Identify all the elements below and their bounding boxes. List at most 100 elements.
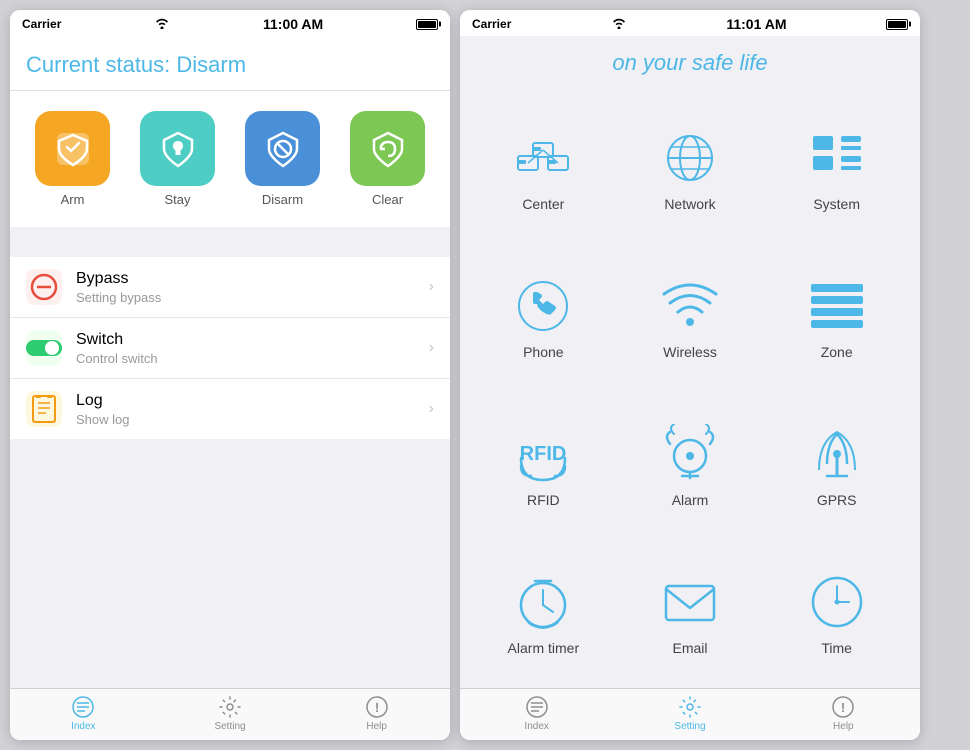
log-icon (26, 391, 62, 427)
carrier-right: Carrier (472, 17, 511, 31)
menu-item-switch[interactable]: Switch Control switch › (10, 318, 450, 379)
grid-item-alarm[interactable]: Alarm (617, 392, 764, 540)
grid-item-time[interactable]: Time (763, 540, 910, 688)
tab-index-label-left: Index (71, 721, 95, 732)
clear-label: Clear (372, 192, 403, 207)
alarm-icon (660, 424, 720, 484)
battery-left (416, 19, 438, 30)
alarm-timer-icon (513, 572, 573, 632)
gprs-icon (807, 424, 867, 484)
grid-item-system[interactable]: System (763, 96, 910, 244)
tab-help-right[interactable]: ! Help (767, 695, 920, 732)
wireless-icon (660, 276, 720, 336)
zone-icon (807, 276, 867, 336)
log-chevron: › (429, 400, 434, 418)
tab-help-label-right: Help (833, 721, 854, 732)
tab-help-left[interactable]: ! Help (303, 695, 450, 732)
grid-item-phone[interactable]: Phone (470, 244, 617, 392)
alarm-label: Alarm (672, 492, 709, 508)
arm-icon-bg (35, 111, 110, 186)
grid-item-email[interactable]: Email (617, 540, 764, 688)
current-status-text: Current status: Disarm (26, 52, 246, 77)
clear-icon-bg (350, 111, 425, 186)
grid-item-zone[interactable]: Zone (763, 244, 910, 392)
menu-item-bypass[interactable]: Bypass Setting bypass › (10, 257, 450, 318)
wifi-icon-right (611, 17, 627, 32)
system-label: System (813, 196, 860, 212)
grid-item-center[interactable]: Center (470, 96, 617, 244)
tab-index-right[interactable]: Index (460, 695, 613, 732)
bypass-text: Bypass Setting bypass (76, 270, 429, 305)
svg-text:RFID: RFID (520, 443, 567, 465)
phone-label: Phone (523, 344, 563, 360)
network-label: Network (664, 196, 715, 212)
time-right: 11:01 AM (726, 16, 786, 32)
tab-help-label-left: Help (366, 721, 387, 732)
grid-item-rfid[interactable]: RFID RFID (470, 392, 617, 540)
status-bar-left: Carrier 11:00 AM (10, 10, 450, 36)
divider-top (10, 227, 450, 257)
zone-label: Zone (821, 344, 853, 360)
alarm-timer-label: Alarm timer (508, 640, 580, 656)
switch-title: Switch (76, 331, 429, 349)
svg-text:!: ! (841, 700, 845, 715)
arm-label: Arm (61, 192, 85, 207)
bypass-chevron: › (429, 278, 434, 296)
rfid-icon: RFID (513, 424, 573, 484)
tab-setting-label-left: Setting (214, 721, 245, 732)
system-icon (807, 128, 867, 188)
menu-list: Bypass Setting bypass › Switch Control s… (10, 257, 450, 439)
disarm-label: Disarm (262, 192, 303, 207)
center-icon (513, 128, 573, 188)
grid-item-gprs[interactable]: GPRS (763, 392, 910, 540)
log-subtitle: Show log (76, 412, 429, 427)
left-main-content: Current status: Disarm Arm (10, 36, 450, 688)
status-bar-right: Carrier 11:01 AM (460, 10, 920, 36)
disarm-icon-bg (245, 111, 320, 186)
email-icon (660, 572, 720, 632)
tab-setting-label-right: Setting (674, 721, 705, 732)
switch-chevron: › (429, 339, 434, 357)
svg-text:!: ! (375, 700, 379, 715)
tab-setting-right[interactable]: Setting (613, 695, 766, 732)
grid-item-alarm-timer[interactable]: Alarm timer (470, 540, 617, 688)
time-left: 11:00 AM (263, 16, 323, 32)
left-phone: Carrier 11:00 AM Current status: Disarm (10, 10, 450, 740)
switch-icon (26, 330, 62, 366)
grid-menu: Center Network (460, 86, 920, 688)
grid-item-network[interactable]: Network (617, 96, 764, 244)
switch-text: Switch Control switch (76, 331, 429, 366)
carrier-left: Carrier (22, 17, 61, 31)
time-icon (807, 572, 867, 632)
log-title: Log (76, 392, 429, 410)
bypass-icon (26, 269, 62, 305)
current-status-section: Current status: Disarm (10, 36, 450, 91)
tab-index-left[interactable]: Index (10, 695, 157, 732)
network-icon (660, 128, 720, 188)
grid-item-wireless[interactable]: Wireless (617, 244, 764, 392)
phone-icon (513, 276, 573, 336)
stay-button[interactable]: Stay (140, 111, 215, 207)
time-label: Time (821, 640, 852, 656)
arm-button[interactable]: Arm (35, 111, 110, 207)
tab-bar-right: Index Setting ! Help (460, 688, 920, 740)
center-label: Center (522, 196, 564, 212)
menu-item-log[interactable]: Log Show log › (10, 379, 450, 439)
gprs-label: GPRS (817, 492, 857, 508)
tab-bar-left: Index Setting ! Help (10, 688, 450, 740)
clear-button[interactable]: Clear (350, 111, 425, 207)
rfid-label: RFID (527, 492, 560, 508)
bottom-section-left (10, 439, 450, 688)
disarm-button[interactable]: Disarm (245, 111, 320, 207)
wireless-label: Wireless (663, 344, 717, 360)
tagline: on your safe life (460, 36, 920, 86)
battery-right (886, 19, 908, 30)
right-main-content: on your safe life Cent (460, 36, 920, 688)
tab-setting-left[interactable]: Setting (157, 695, 304, 732)
email-label: Email (672, 640, 707, 656)
bypass-title: Bypass (76, 270, 429, 288)
bypass-subtitle: Setting bypass (76, 290, 429, 305)
wifi-icon-left (154, 17, 170, 32)
tab-index-label-right: Index (524, 721, 548, 732)
right-phone: Carrier 11:01 AM on your safe life (460, 10, 920, 740)
